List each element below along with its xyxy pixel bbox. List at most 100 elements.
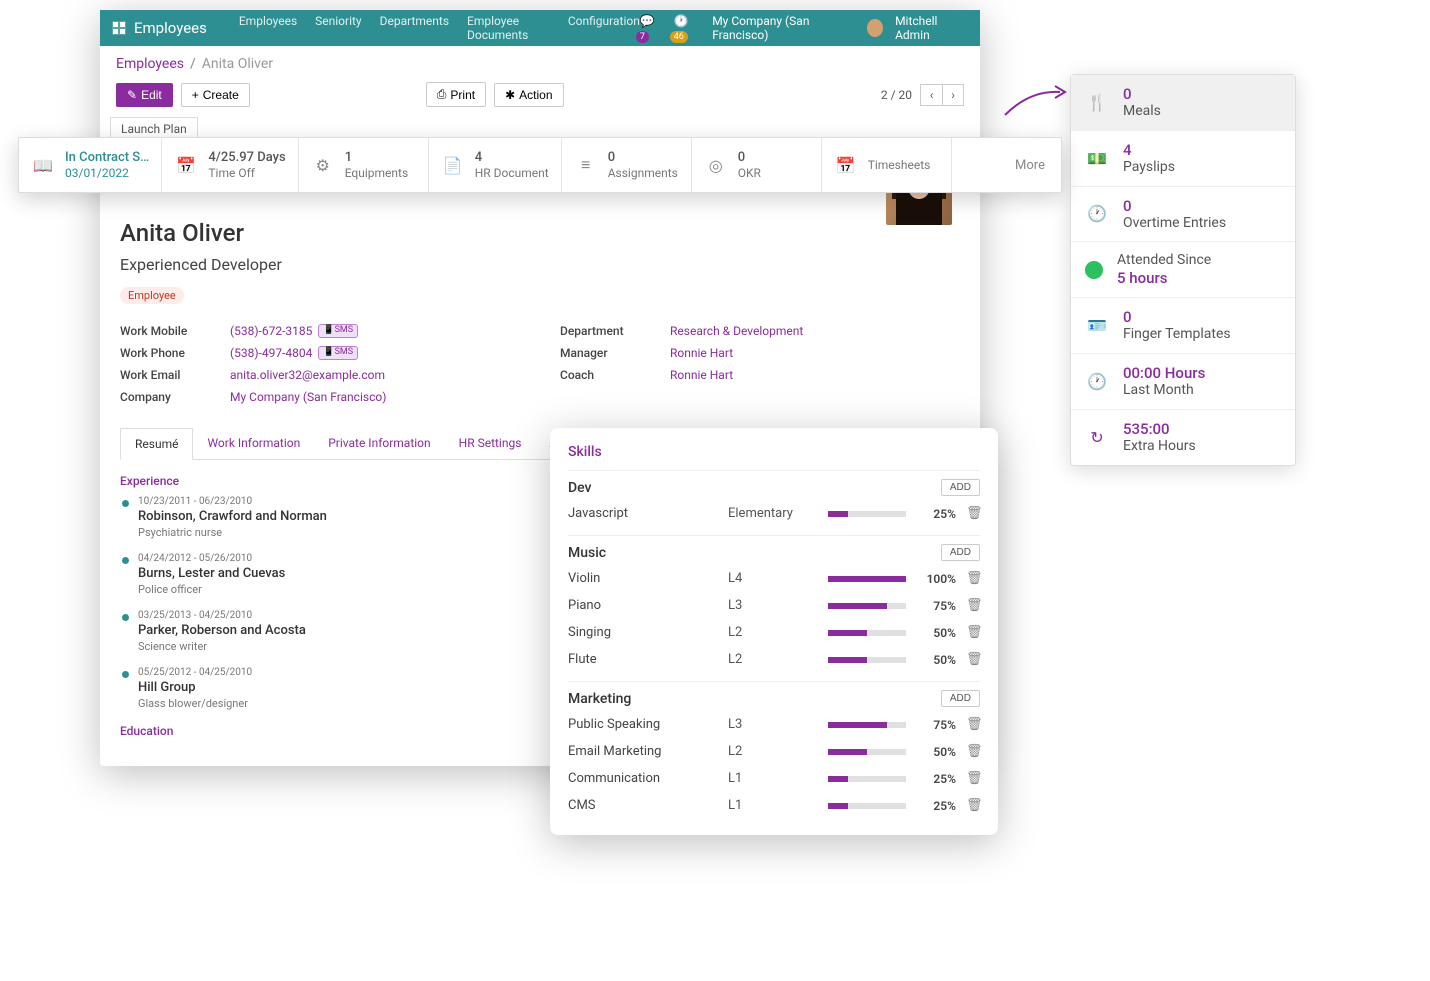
info-row: Work Mobile(538)-672-3185📱SMS	[120, 320, 520, 342]
tab-resum-[interactable]: Resumé	[120, 428, 193, 460]
info-value[interactable]: anita.oliver32@example.com	[230, 368, 385, 382]
skill-level: L3	[728, 717, 818, 732]
nav-menu: Employees Seniority Departments Employee Do…	[239, 14, 640, 42]
nav-apps[interactable]: Employees	[112, 19, 207, 37]
side-item-extra-hours[interactable]: ↻535:00Extra Hours	[1071, 410, 1295, 465]
skill-row: JavascriptElementary25%🗑	[568, 500, 980, 527]
stat-time-off[interactable]: 📅4/25.97 DaysTime Off	[162, 138, 298, 192]
stat-more-button[interactable]: More	[999, 138, 1061, 192]
nav-menu-item[interactable]: Departments	[380, 14, 449, 42]
info-value[interactable]: (538)-497-4804	[230, 346, 312, 360]
stat-equipments[interactable]: ⚙1Equipments	[299, 138, 429, 192]
employee-name: Anita Oliver	[120, 219, 960, 247]
side-item-5-hours[interactable]: Attended Since5 hours	[1071, 242, 1295, 298]
trash-icon[interactable]: 🗑	[966, 625, 980, 640]
skill-name: Javascript	[568, 506, 718, 521]
trash-icon[interactable]: 🗑	[966, 652, 980, 667]
plus-icon: +	[192, 88, 199, 102]
activities-icon[interactable]: 🕐46	[674, 14, 700, 42]
info-label: Manager	[560, 346, 670, 360]
stat-timesheets[interactable]: 📅Timesheets	[822, 138, 952, 192]
side-panel: 🍴0Meals💵4Payslips🕐0Overtime EntriesAtten…	[1070, 74, 1296, 466]
trash-icon[interactable]: 🗑	[966, 717, 980, 732]
pager-next-button[interactable]: ›	[942, 84, 964, 106]
side-item-last-month[interactable]: 🕐00:00 HoursLast Month	[1071, 354, 1295, 410]
stat-icon: 📅	[174, 153, 198, 177]
skill-group-name: Music	[568, 545, 606, 561]
edit-button[interactable]: ✎Edit	[116, 83, 173, 107]
stat-03/01/2022[interactable]: 📖In Contract S…03/01/2022	[19, 138, 162, 192]
skill-pct: 100%	[916, 572, 956, 586]
nav-menu-item[interactable]: Employee Documents	[467, 14, 550, 42]
info-row: Work Phone(538)-497-4804📱SMS	[120, 342, 520, 364]
skill-level: L3	[728, 598, 818, 613]
printer-icon: ⎙	[437, 87, 447, 102]
stat-okr[interactable]: ◎0OKR	[692, 138, 822, 192]
info-col-right: DepartmentResearch & Development ManagerR…	[560, 320, 960, 408]
skill-group-music: MusicADDViolinL4100%🗑PianoL375%🗑SingingL…	[568, 535, 980, 673]
pencil-icon: ✎	[127, 88, 137, 102]
nav-menu-item[interactable]: Employees	[239, 14, 297, 42]
nav-right: 💬7 🕐46 My Company (San Francisco) Mitche…	[640, 14, 968, 42]
info-value[interactable]: Ronnie Hart	[670, 346, 733, 360]
breadcrumb-root[interactable]: Employees	[116, 56, 184, 72]
stat-bar: 📖In Contract S…03/01/2022📅4/25.97 DaysTi…	[18, 137, 1062, 193]
top-nav: Employees EmployeesSeniorityDepartmentsE…	[100, 10, 980, 46]
tab-work-information[interactable]: Work Information	[193, 428, 314, 459]
messages-icon[interactable]: 💬7	[640, 14, 662, 42]
trash-icon[interactable]: 🗑	[966, 771, 980, 786]
skill-name: CMS	[568, 798, 718, 813]
action-button[interactable]: ✱Action	[494, 83, 563, 107]
info-value[interactable]: Ronnie Hart	[670, 368, 733, 382]
trash-icon[interactable]: 🗑	[966, 798, 980, 813]
info-row: Work Emailanita.oliver32@example.com	[120, 364, 520, 386]
side-item-payslips[interactable]: 💵4Payslips	[1071, 131, 1295, 187]
info-value[interactable]: My Company (San Francisco)	[230, 390, 386, 404]
info-row: CoachRonnie Hart	[560, 364, 960, 386]
sms-badge[interactable]: 📱SMS	[318, 346, 358, 360]
side-item-finger-templates[interactable]: 🪪0Finger Templates	[1071, 298, 1295, 354]
stat-assignments[interactable]: ≡0Assignments	[562, 138, 692, 192]
nav-menu-item[interactable]: Configuration	[568, 14, 640, 42]
info-grid: Work Mobile(538)-672-3185📱SMSWork Phone(…	[120, 320, 960, 408]
skill-row: PianoL375%🗑	[568, 592, 980, 619]
skill-row: ViolinL4100%🗑	[568, 565, 980, 592]
skill-name: Singing	[568, 625, 718, 640]
trash-icon[interactable]: 🗑	[966, 571, 980, 586]
breadcrumb: Employees / Anita Oliver	[100, 46, 980, 76]
skill-bar	[828, 630, 906, 636]
skill-name: Email Marketing	[568, 744, 718, 759]
trash-icon[interactable]: 🗑	[966, 598, 980, 613]
info-row: DepartmentResearch & Development	[560, 320, 960, 342]
gear-icon: ✱	[505, 88, 515, 102]
apps-icon	[112, 21, 126, 35]
skill-pct: 75%	[916, 718, 956, 732]
stat-hr-document[interactable]: 📄4HR Document	[429, 138, 562, 192]
trash-icon[interactable]: 🗑	[966, 506, 980, 521]
add-skill-button[interactable]: ADD	[941, 479, 980, 496]
side-item-overtime-entries[interactable]: 🕐0Overtime Entries	[1071, 187, 1295, 243]
add-skill-button[interactable]: ADD	[941, 690, 980, 707]
skills-panel: Skills DevADDJavascriptElementary25%🗑Mus…	[550, 428, 998, 835]
sms-badge[interactable]: 📱SMS	[318, 324, 358, 338]
print-button[interactable]: ⎙Print	[426, 82, 486, 107]
nav-title: Employees	[134, 19, 207, 37]
skills-title: Skills	[568, 444, 980, 460]
skill-pct: 25%	[916, 507, 956, 521]
info-value[interactable]: Research & Development	[670, 324, 803, 338]
skill-pct: 50%	[916, 653, 956, 667]
side-item-meals[interactable]: 🍴0Meals	[1071, 75, 1295, 131]
stat-icon: ◎	[704, 153, 728, 177]
employee-title: Experienced Developer	[120, 255, 960, 274]
tab-private-information[interactable]: Private Information	[314, 428, 444, 459]
info-value[interactable]: (538)-672-3185	[230, 324, 312, 338]
nav-company[interactable]: My Company (San Francisco)	[712, 14, 854, 42]
trash-icon[interactable]: 🗑	[966, 744, 980, 759]
tab-hr-settings[interactable]: HR Settings	[445, 428, 536, 459]
add-skill-button[interactable]: ADD	[941, 544, 980, 561]
skill-level: L2	[728, 625, 818, 640]
nav-menu-item[interactable]: Seniority	[315, 14, 361, 42]
pager-prev-button[interactable]: ‹	[920, 84, 942, 106]
create-button[interactable]: +Create	[181, 83, 250, 107]
nav-user[interactable]: Mitchell Admin	[895, 14, 968, 42]
